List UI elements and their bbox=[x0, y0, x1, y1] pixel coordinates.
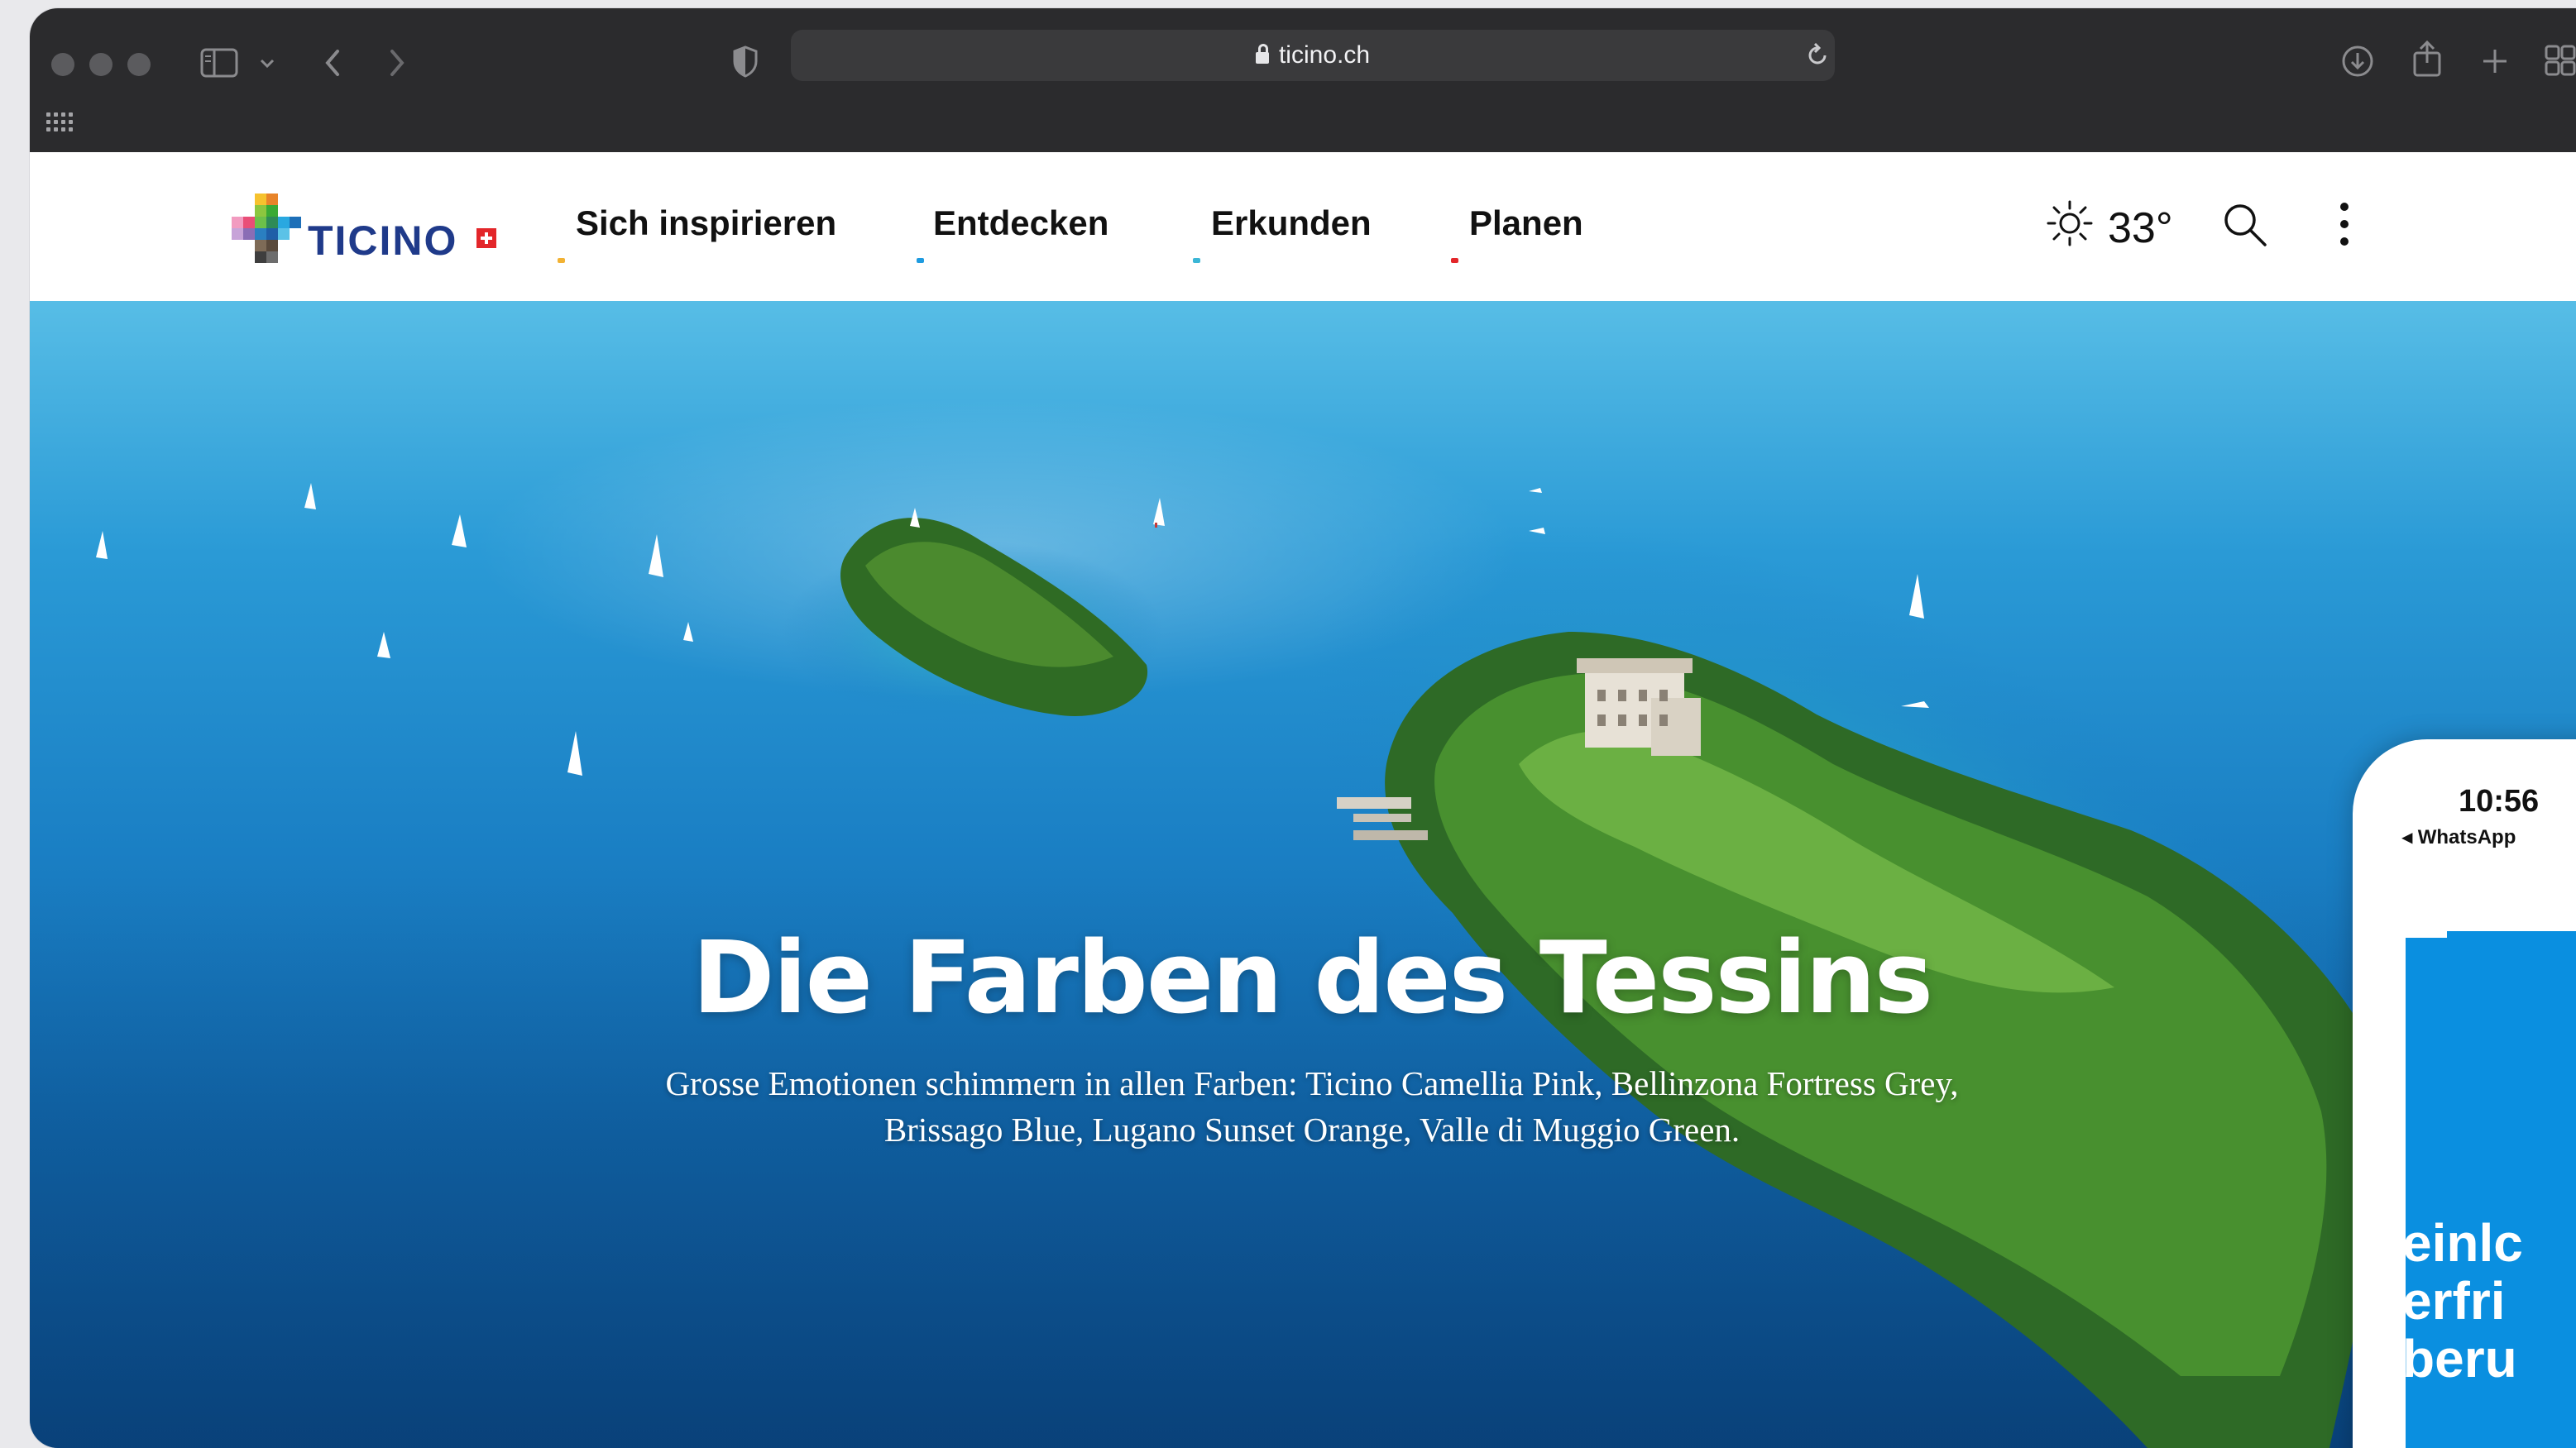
share-icon[interactable] bbox=[2411, 40, 2444, 81]
phone-panel-notch bbox=[2406, 896, 2447, 938]
phone-back-to-whatsapp[interactable]: ◂ WhatsApp bbox=[2402, 825, 2516, 849]
hero-section: Die Farben des Tessins Grosse Emotionen … bbox=[30, 301, 2576, 1448]
zoom-window-button[interactable] bbox=[127, 53, 151, 76]
nav-dot-planen bbox=[1451, 258, 1458, 263]
sun-icon bbox=[2047, 200, 2093, 246]
hero-title: Die Farben des Tessins bbox=[692, 921, 1933, 1036]
more-vertical-icon[interactable] bbox=[2338, 200, 2351, 251]
back-icon[interactable] bbox=[323, 48, 342, 81]
reload-icon[interactable] bbox=[1805, 42, 1830, 71]
nav-dot-inspirieren bbox=[558, 258, 565, 263]
phone-text-line: erfri bbox=[2402, 1271, 2506, 1331]
site-header: TICINO Sich inspirieren Entdecken Erkund… bbox=[30, 152, 2576, 301]
nav-sich-inspirieren[interactable]: Sich inspirieren bbox=[576, 203, 836, 243]
browser-window: ticino.ch TICINO Sich inspirieren Entdec… bbox=[30, 8, 2576, 1448]
close-window-button[interactable] bbox=[51, 53, 74, 76]
nav-erkunden[interactable]: Erkunden bbox=[1211, 203, 1372, 243]
minimize-window-button[interactable] bbox=[89, 53, 113, 76]
phone-text-line: einlc bbox=[2402, 1213, 2523, 1273]
nav-entdecken[interactable]: Entdecken bbox=[933, 203, 1108, 243]
phone-promo-text: einlc erfri beru bbox=[2402, 1214, 2523, 1388]
download-icon[interactable] bbox=[2341, 45, 2374, 81]
logo-wordmark: TICINO bbox=[308, 217, 458, 264]
forward-icon[interactable] bbox=[387, 48, 407, 81]
address-bar[interactable]: ticino.ch bbox=[791, 30, 1835, 81]
tab-overview-icon[interactable] bbox=[2545, 45, 2576, 79]
sidebar-icon[interactable] bbox=[200, 48, 238, 81]
hero-subtitle: Grosse Emotionen schimmern in allen Farb… bbox=[665, 1064, 1959, 1149]
swiss-flag-icon bbox=[476, 228, 496, 248]
phone-text-line: beru bbox=[2402, 1329, 2517, 1388]
search-icon[interactable] bbox=[2222, 202, 2268, 251]
hero-image bbox=[30, 483, 2576, 1448]
nav-dot-erkunden bbox=[1193, 258, 1200, 263]
lock-icon bbox=[1255, 44, 1269, 64]
url-text: ticino.ch bbox=[791, 41, 1835, 69]
chevron-down-icon[interactable] bbox=[260, 56, 275, 72]
nav-dot-entdecken bbox=[917, 258, 924, 263]
phone-overlay: 10:56 ◂ WhatsApp einlc erfri beru bbox=[2353, 739, 2576, 1448]
new-tab-icon[interactable] bbox=[2480, 46, 2510, 79]
browser-toolbar: ticino.ch bbox=[30, 8, 2576, 152]
temperature-value: 33° bbox=[2108, 204, 2173, 252]
apps-grid-icon[interactable] bbox=[46, 112, 73, 131]
nav-planen[interactable]: Planen bbox=[1469, 203, 1583, 243]
ticino-logo[interactable]: TICINO bbox=[232, 194, 505, 268]
phone-status-time: 10:56 bbox=[2459, 784, 2540, 819]
ticino-cross-icon bbox=[232, 194, 301, 263]
shield-icon[interactable] bbox=[731, 45, 759, 81]
